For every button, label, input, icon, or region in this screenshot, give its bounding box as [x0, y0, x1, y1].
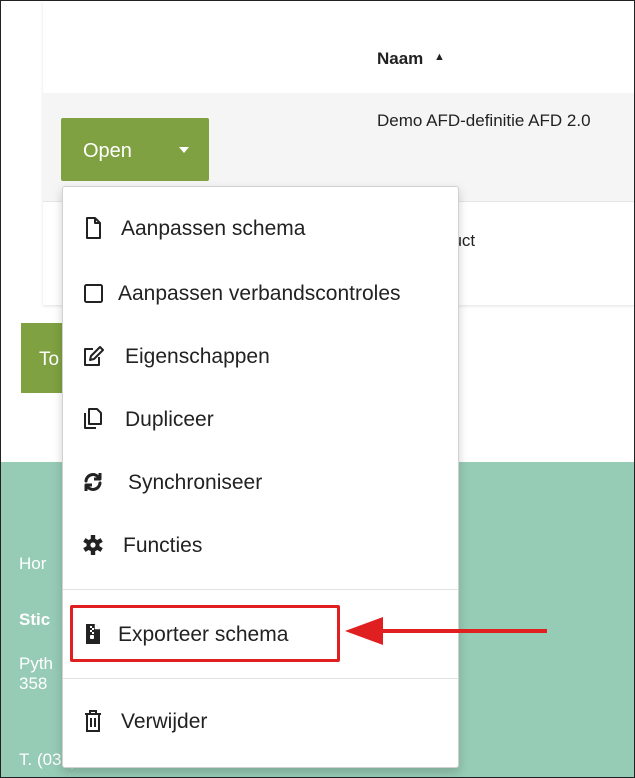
square-icon [84, 284, 103, 303]
edit-icon [84, 346, 104, 366]
sort-ascending-icon: ▲ [434, 51, 445, 63]
footer-text: Hor [19, 554, 47, 573]
menu-item-functies[interactable]: Functies [63, 516, 458, 576]
menu-item-eigenschappen[interactable]: Eigenschappen [63, 327, 458, 387]
footer-text: Stic [19, 610, 51, 629]
menu-item-synchroniseer[interactable]: Synchroniseer [63, 453, 458, 513]
open-button-label: Open [83, 140, 132, 162]
open-dropdown-menu: Aanpassen schema Aanpassen verbandscontr… [62, 186, 459, 768]
sync-icon [84, 473, 102, 491]
menu-item-aanpassen-verbandscontroles[interactable]: Aanpassen verbandscontroles [63, 264, 458, 324]
gear-icon [83, 535, 103, 555]
footer-text: 358 [19, 674, 48, 693]
menu-divider [63, 589, 458, 590]
menu-divider [63, 678, 458, 679]
annotation-highlight-box [70, 605, 340, 662]
menu-item-dupliceer[interactable]: Dupliceer [63, 390, 458, 450]
footer-text: Pyth [19, 654, 54, 673]
annotation-arrow-head [345, 617, 383, 645]
secondary-green-button[interactable]: To [21, 323, 63, 393]
annotation-arrow-line [381, 629, 547, 633]
menu-item-aanpassen-schema[interactable]: Aanpassen schema [63, 199, 458, 259]
row-name: Demo AFD-definitie AFD 2.0 [377, 111, 591, 130]
trash-icon [85, 710, 101, 732]
column-header-naam[interactable]: Naam ▲ [377, 49, 445, 69]
file-icon [86, 217, 101, 239]
caret-down-icon [179, 147, 189, 153]
copy-icon [84, 408, 102, 429]
screenshot-frame: Naam ▲ Demo AFD-definitie AFD 2.0 duct O… [0, 0, 635, 778]
menu-item-verwijder[interactable]: Verwijder [63, 692, 458, 752]
open-dropdown-button[interactable]: Open [61, 118, 209, 181]
table-header: Naam ▲ [43, 23, 634, 94]
